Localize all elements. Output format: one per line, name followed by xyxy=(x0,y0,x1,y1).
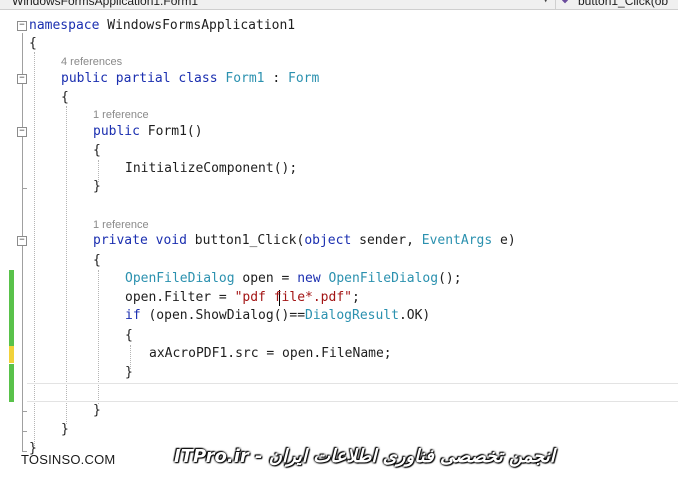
code-line-call[interactable]: InitializeComponent(); xyxy=(125,160,297,178)
collapse-namespace-toggle[interactable]: − xyxy=(17,21,27,31)
code-line-brace[interactable]: { xyxy=(29,35,37,53)
current-line-highlight[interactable] xyxy=(27,383,678,402)
member-dropdown[interactable]: button1_Click(ob xyxy=(578,0,668,8)
punctuation: ; xyxy=(352,290,360,305)
codelens-references[interactable]: 4 references xyxy=(61,56,122,68)
code-line-namespace[interactable]: namespace WindowsFormsApplication1 xyxy=(29,17,295,35)
code-line-brace[interactable]: } xyxy=(61,421,69,439)
keyword: public xyxy=(93,124,140,139)
keyword: public partial class xyxy=(61,71,218,86)
type-name: Form xyxy=(288,71,320,86)
code-line-constructor[interactable]: public Form1() xyxy=(93,123,203,141)
type-name: OpenFileDialog xyxy=(320,271,439,286)
identifier: e) xyxy=(492,233,516,248)
codelens-references[interactable]: 1 reference xyxy=(93,219,149,231)
code-line-brace[interactable]: { xyxy=(125,327,133,345)
code-line-brace[interactable]: } xyxy=(93,178,101,196)
outline-line xyxy=(22,140,23,188)
method-icon: ◆ xyxy=(562,0,569,6)
collapse-constructor-toggle[interactable]: − xyxy=(17,127,27,137)
code-line-brace[interactable]: { xyxy=(93,252,101,270)
codelens-references[interactable]: 1 reference xyxy=(93,109,149,121)
code-line-class[interactable]: public partial class Form1 : Form xyxy=(61,70,319,88)
outline-end xyxy=(22,188,27,189)
code-line-dialog[interactable]: OpenFileDialog open = new OpenFileDialog… xyxy=(125,270,462,288)
identifier: open = xyxy=(234,271,298,286)
punctuation: (); xyxy=(438,271,462,286)
identifier: open.Filter = xyxy=(125,290,235,305)
outline-line xyxy=(22,249,23,411)
chevron-down-icon[interactable]: ▾ xyxy=(543,0,548,6)
outline-end xyxy=(22,411,27,412)
identifier: WindowsFormsApplication1 xyxy=(99,18,296,33)
keyword: private void xyxy=(93,233,187,248)
code-line-brace[interactable]: { xyxy=(93,142,101,160)
indent-guide xyxy=(66,106,67,424)
type-name: Form1 xyxy=(217,71,265,86)
code-line-assign[interactable]: axAcroPDF1.src = open.FileName; xyxy=(149,345,392,363)
keyword: namespace xyxy=(29,18,100,33)
string-literal: *.pdf" xyxy=(305,290,352,305)
identifier: Form1() xyxy=(139,124,203,139)
keyword: new xyxy=(297,271,321,286)
punctuation: : xyxy=(264,71,288,86)
keyword: if xyxy=(125,308,141,323)
outline-end xyxy=(22,431,27,432)
change-marker-unsaved xyxy=(9,346,14,363)
navigation-bar: WindowsFormsApplication1.Form1 ▾ ◆ butto… xyxy=(0,0,678,10)
watermark-itpro: ITPro.ir - انجمن تخصصی فناوری اطلاعات ای… xyxy=(174,446,555,467)
code-line-brace[interactable]: } xyxy=(93,402,101,420)
identifier: (open.ShowDialog()== xyxy=(140,308,306,323)
keyword: object xyxy=(304,233,352,248)
collapse-method-toggle[interactable]: − xyxy=(17,236,27,246)
string-literal: "pdf file xyxy=(234,290,306,305)
change-marker-saved xyxy=(9,270,14,346)
type-dropdown[interactable]: WindowsFormsApplication1.Form1 xyxy=(12,0,198,8)
type-name: DialogResult xyxy=(305,308,399,323)
code-line-brace[interactable]: { xyxy=(61,89,69,107)
identifier: sender, xyxy=(351,233,422,248)
identifier: .OK) xyxy=(398,308,431,323)
collapse-class-toggle[interactable]: − xyxy=(17,74,27,84)
code-line-filter[interactable]: open.Filter = "pdf file*.pdf"; xyxy=(125,289,360,307)
code-line-brace[interactable]: } xyxy=(125,364,133,382)
code-line-if[interactable]: if (open.ShowDialog()==DialogResult.OK) xyxy=(125,307,430,325)
type-name: EventArgs xyxy=(421,233,493,248)
identifier: button1_Click( xyxy=(186,233,305,248)
code-line-method[interactable]: private void button1_Click(object sender… xyxy=(93,232,516,250)
change-marker-saved xyxy=(9,364,14,402)
watermark-tosinso: TOSINSO.COM xyxy=(21,452,116,467)
type-name: OpenFileDialog xyxy=(125,271,235,286)
